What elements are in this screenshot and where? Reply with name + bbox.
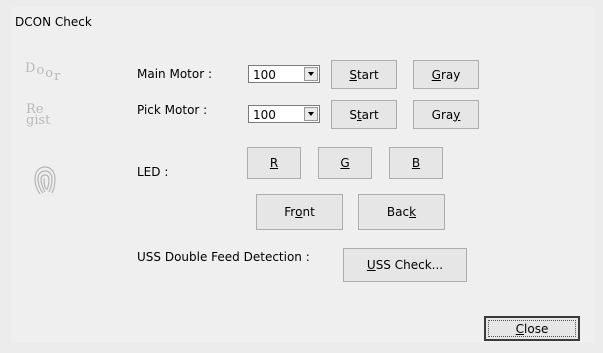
pick-motor-label: Pick Motor : <box>137 103 208 117</box>
main-motor-speed-value: 100 <box>253 68 276 82</box>
fingerprint-icon <box>33 165 57 200</box>
dcon-check-window: DCON Check Door Re gist Main Motor : 100… <box>11 7 594 343</box>
pick-motor-start-button[interactable]: St art <box>331 100 397 129</box>
close-button[interactable]: Close <box>484 316 580 341</box>
main-motor-label: Main Motor : <box>137 67 212 81</box>
chevron-down-icon[interactable] <box>304 67 318 81</box>
uss-check-button[interactable]: U SS Check... <box>343 248 467 282</box>
led-r-button[interactable]: R <box>247 147 301 179</box>
pick-motor-gray-button[interactable]: Gra y <box>413 100 479 129</box>
led-b-button[interactable]: B <box>389 147 443 179</box>
chevron-down-icon[interactable] <box>304 107 318 121</box>
main-motor-speed-select[interactable]: 100 <box>248 65 320 83</box>
led-label: LED : <box>137 165 169 179</box>
main-motor-start-button[interactable]: Start <box>331 60 397 89</box>
pick-motor-speed-select[interactable]: 100 <box>248 105 320 123</box>
main-motor-gray-button[interactable]: Gray <box>413 60 479 89</box>
regist-logo-icon: Re gist <box>26 102 51 128</box>
led-g-button[interactable]: G <box>318 147 372 179</box>
uss-double-feed-label: USS Double Feed Detection : <box>137 250 310 264</box>
door-logo-icon: Door <box>25 61 62 84</box>
led-front-button[interactable]: Fr o nt <box>256 194 343 230</box>
window-title: DCON Check <box>15 15 92 29</box>
led-back-button[interactable]: Bac k <box>358 194 445 230</box>
pick-motor-speed-value: 100 <box>253 108 276 122</box>
